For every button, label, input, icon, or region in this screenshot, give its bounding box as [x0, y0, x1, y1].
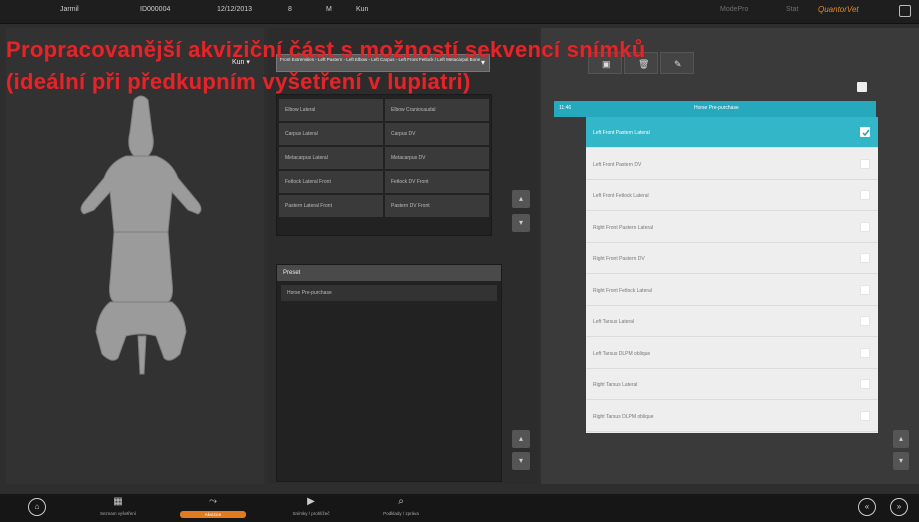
sequence-row-label: Right Front Pastern DV	[593, 256, 645, 262]
next-icon[interactable]: »	[890, 498, 908, 516]
sequence-row-label: Left Front Pastern Lateral	[593, 130, 650, 136]
sequence-row-label: Left Front Fetlock Lateral	[593, 193, 649, 199]
projection-item[interactable]: Elbow Craniocaudal	[385, 99, 489, 121]
sequence-row-label: Left Tarsus Lateral	[593, 319, 635, 325]
home-icon[interactable]: ⌂	[28, 498, 46, 516]
sequence-title: Horse Pre-purchase	[694, 105, 739, 111]
patient-date: 12/12/2013	[217, 6, 253, 13]
projection-item[interactable]: Carpus Lateral	[279, 123, 383, 145]
sequence-row-checkbox[interactable]	[860, 158, 870, 169]
projection-list: Elbow Lateral Elbow Craniocaudal Carpus …	[276, 94, 492, 236]
nav-report[interactable]: ⌕ Podklady / zpráva	[370, 496, 432, 522]
move-up-button[interactable]: ▴	[512, 190, 530, 208]
projection-item[interactable]: Metacarpus Lateral	[279, 147, 383, 169]
sequence-list: Left Front Pastern Lateral Left Front Pas…	[586, 117, 878, 433]
sequence-row[interactable]: Right Tarsus Lateral	[586, 369, 878, 400]
head-region	[128, 95, 154, 157]
nav-exam-list[interactable]: ▦ Seznam vyšetření	[90, 496, 146, 522]
sequence-row-checkbox[interactable]	[860, 347, 870, 358]
patient-name: Jarmil	[60, 6, 79, 13]
sequence-row-label: Left Tarsus DLPM oblique	[593, 350, 651, 357]
select-all-checkbox[interactable]	[857, 82, 867, 92]
mode-label: ModePro	[720, 6, 749, 13]
projection-item[interactable]: Metacarpus DV	[385, 147, 489, 169]
sequence-row-checkbox[interactable]	[860, 379, 870, 389]
sequence-row[interactable]: Left Tarsus DLPM oblique	[586, 338, 878, 369]
projection-item[interactable]: Fetlock Lateral Front	[279, 171, 383, 193]
image-list-icon: ▦	[113, 496, 123, 507]
sequence-row[interactable]: Left Tarsus Lateral	[586, 306, 878, 337]
sequence-row[interactable]: Right Front Pastern Lateral	[586, 212, 878, 243]
tail-region	[137, 335, 147, 375]
sequence-row[interactable]: Left Front Pastern DV	[586, 149, 878, 180]
preset-panel: Preset Horse Pre-purchase	[276, 264, 502, 482]
sequence-row-checkbox[interactable]	[860, 316, 870, 326]
sequence-row-checkbox[interactable]	[860, 190, 870, 200]
projection-item[interactable]: Fetlock DV Front	[385, 171, 489, 193]
nav-viewer[interactable]: ▶ Snímky / prohlížeč	[280, 496, 342, 522]
projection-item[interactable]: Pastern Lateral Front	[279, 195, 383, 217]
body-region	[109, 231, 173, 303]
sequence-row[interactable]: Right Tarsus DLPM oblique	[586, 401, 878, 432]
sequence-row-label: Right Tarsus DLPM oblique	[593, 413, 654, 420]
patient-id: ID000004	[140, 6, 171, 13]
horse-anatomy-diagram[interactable]	[76, 92, 206, 392]
sequence-row-checkbox[interactable]	[860, 127, 870, 137]
projection-item[interactable]: Elbow Lateral	[279, 99, 383, 121]
stat-label: Stat	[786, 6, 799, 13]
sequence-header: 11:46 Horse Pre-purchase	[554, 101, 876, 117]
preset-header: Preset	[277, 265, 501, 281]
preset-item[interactable]: Horse Pre-purchase	[281, 285, 497, 301]
sequence-row-checkbox[interactable]	[860, 284, 870, 295]
play-icon: ▶	[307, 496, 315, 507]
annotation-overlay: Propracovanější akviziční část s možnost…	[6, 37, 646, 94]
seq-up-button[interactable]: ▴	[893, 430, 909, 448]
document-search-icon: ⌕	[398, 496, 404, 507]
sequence-row[interactable]: Left Front Fetlock Lateral	[586, 180, 878, 211]
sequence-row-label: Right Tarsus Lateral	[593, 382, 638, 388]
projection-item[interactable]: Pastern DV Front	[385, 195, 489, 217]
brand-logo: QuantorVet	[818, 5, 859, 14]
scroll-up-button[interactable]: ▴	[512, 430, 530, 448]
sequence-row[interactable]: Right Front Pastern DV	[586, 243, 878, 274]
sequence-row-checkbox[interactable]	[860, 253, 870, 263]
patient-species: Kun	[356, 6, 369, 13]
previous-icon[interactable]: «	[858, 498, 876, 516]
seq-down-button[interactable]: ▾	[893, 452, 909, 470]
patient-age: 8	[288, 6, 292, 13]
move-down-button[interactable]: ▾	[512, 214, 530, 232]
front-region	[80, 155, 202, 233]
checkmark-icon	[862, 129, 870, 137]
top-bar: Jarmil ID000004 12/12/2013 8 M Kun ModeP…	[0, 0, 919, 24]
nav-acquisition[interactable]: ⤳ Akvizice	[180, 496, 246, 522]
sequence-row-checkbox[interactable]	[860, 221, 870, 232]
sequence-row-label: Right Front Fetlock Lateral	[593, 287, 652, 294]
patient-sex: M	[326, 6, 332, 13]
sequence-number: 11:46	[559, 105, 572, 111]
exit-icon[interactable]	[899, 5, 911, 17]
sequence-row-label: Right Front Pastern Lateral	[593, 224, 654, 231]
sequence-row[interactable]: Left Front Pastern Lateral	[586, 117, 878, 148]
scroll-down-button[interactable]: ▾	[512, 452, 530, 470]
sequence-row-label: Left Front Pastern DV	[593, 161, 642, 168]
xray-tube-icon: ⤳	[209, 496, 217, 507]
projection-item[interactable]: Carpus DV	[385, 123, 489, 145]
bottom-nav-bar: ⌂ ▦ Seznam vyšetření ⤳ Akvizice ▶ Snímky…	[0, 494, 919, 522]
sequence-row-checkbox[interactable]	[860, 410, 870, 421]
sequence-row[interactable]: Right Front Fetlock Lateral	[586, 275, 878, 306]
